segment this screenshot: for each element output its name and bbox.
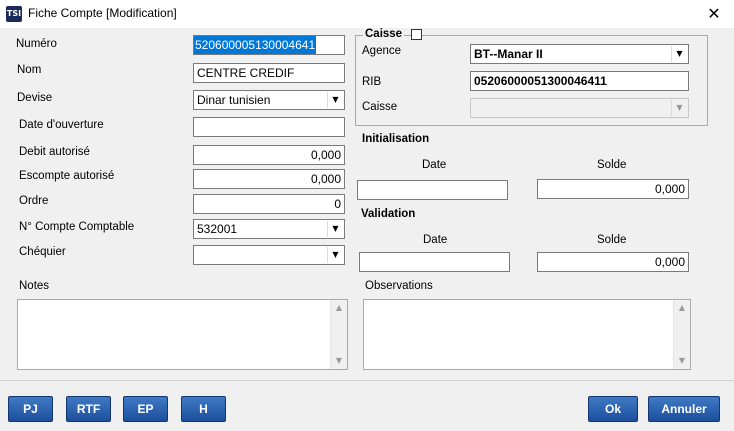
chequier-select[interactable]: ▼ — [193, 245, 345, 265]
notes-label: Notes — [19, 280, 50, 292]
debit-autorise-input[interactable]: 0,000 — [193, 145, 345, 165]
caisse-label: Caisse — [362, 101, 398, 113]
scroll-up-icon[interactable]: ▲ — [674, 300, 690, 316]
agence-value: BT--Manar II — [474, 47, 543, 61]
initialisation-title: Initialisation — [362, 133, 430, 145]
title-bar: TSI Fiche Compte [Modification] ✕ — [0, 0, 734, 28]
scroll-up-icon[interactable]: ▲ — [331, 300, 347, 316]
chevron-down-icon[interactable]: ▼ — [671, 100, 687, 116]
window-title: Fiche Compte [Modification] — [28, 6, 177, 20]
initialisation-date-input[interactable] — [357, 180, 508, 200]
ordre-label: Ordre — [19, 195, 49, 207]
numero-label: Numéro — [16, 38, 57, 50]
nom-input[interactable]: CENTRE CREDIF — [193, 63, 345, 83]
chevron-down-icon[interactable]: ▼ — [327, 92, 343, 108]
notes-textarea[interactable]: ▲ ▼ — [17, 299, 348, 370]
escompte-autorise-label: Escompte autorisé — [19, 170, 115, 182]
observations-scrollbar[interactable]: ▲ ▼ — [673, 300, 690, 369]
h-button[interactable]: H — [181, 396, 226, 422]
rib-label: RIB — [362, 76, 382, 88]
compte-comptable-select[interactable]: 532001 ▼ — [193, 219, 345, 239]
numero-input[interactable]: 520600005130004641 — [193, 35, 345, 55]
chevron-down-icon[interactable]: ▼ — [327, 221, 343, 237]
initialisation-solde-input[interactable]: 0,000 — [537, 179, 689, 199]
pj-button[interactable]: PJ — [8, 396, 53, 422]
numero-value: 520600005130004641 — [194, 36, 317, 54]
ok-button[interactable]: Ok — [588, 396, 638, 422]
devise-label: Devise — [17, 92, 53, 104]
validation-solde-label: Solde — [597, 234, 627, 246]
validation-title: Validation — [361, 208, 416, 220]
nom-label: Nom — [17, 64, 42, 76]
debit-autorise-label: Debit autorisé — [19, 146, 90, 158]
date-ouverture-label: Date d'ouverture — [19, 119, 104, 131]
ordre-input[interactable]: 0 — [193, 194, 345, 214]
agence-label: Agence — [362, 45, 402, 57]
validation-date-input[interactable] — [359, 252, 510, 272]
validation-solde-input[interactable]: 0,000 — [537, 252, 689, 272]
app-logo-icon: TSI — [6, 6, 22, 22]
observations-label: Observations — [365, 280, 433, 292]
rib-input[interactable]: 05206000051300046411 — [470, 71, 689, 91]
notes-scrollbar[interactable]: ▲ ▼ — [330, 300, 347, 369]
chevron-down-icon[interactable]: ▼ — [671, 46, 687, 62]
initialisation-date-label: Date — [422, 159, 447, 171]
annuler-button[interactable]: Annuler — [648, 396, 720, 422]
devise-value: Dinar tunisien — [197, 93, 271, 107]
compte-comptable-value: 532001 — [197, 222, 238, 236]
caisse-checkbox[interactable] — [411, 29, 422, 40]
devise-select[interactable]: Dinar tunisien ▼ — [193, 90, 345, 110]
chequier-label: Chéquier — [19, 246, 66, 258]
scroll-down-icon[interactable]: ▼ — [674, 353, 690, 369]
compte-comptable-label: N° Compte Comptable — [19, 221, 135, 233]
validation-date-label: Date — [423, 234, 448, 246]
rtf-button[interactable]: RTF — [66, 396, 111, 422]
agence-select[interactable]: BT--Manar II ▼ — [470, 44, 689, 64]
observations-textarea[interactable]: ▲ ▼ — [363, 299, 691, 370]
date-ouverture-input[interactable] — [193, 117, 345, 137]
close-icon[interactable]: ✕ — [694, 0, 734, 28]
escompte-autorise-input[interactable]: 0,000 — [193, 169, 345, 189]
chevron-down-icon[interactable]: ▼ — [327, 247, 343, 263]
caisse-select[interactable]: ▼ — [470, 98, 689, 118]
caisse-group-title: Caisse — [363, 28, 405, 40]
scroll-down-icon[interactable]: ▼ — [331, 353, 347, 369]
ep-button[interactable]: EP — [123, 396, 168, 422]
initialisation-solde-label: Solde — [597, 159, 627, 171]
